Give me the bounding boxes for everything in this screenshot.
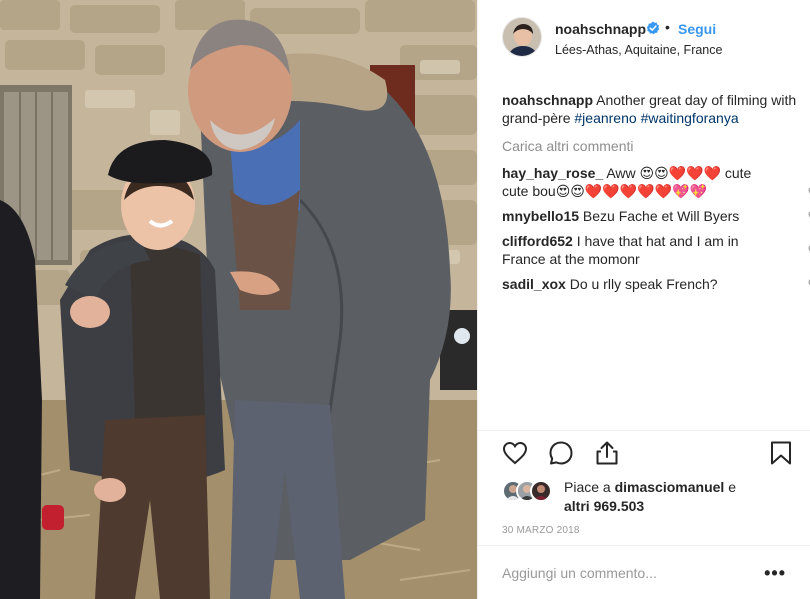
post-date[interactable]: 30 MARZO 2018 — [502, 525, 580, 536]
likes-prefix: Piace a — [564, 479, 611, 495]
verified-badge-icon — [646, 21, 660, 35]
liker-avatar[interactable] — [530, 480, 552, 502]
comment-username[interactable]: clifford652 — [502, 233, 573, 249]
more-options-icon[interactable]: ••• — [764, 563, 786, 584]
avatar-image — [503, 18, 541, 56]
comment-username[interactable]: mnybello15 — [502, 208, 579, 224]
comment-item: hay_hay_rose_ Aww 😍😍❤️❤️❤️ cute cute bou… — [502, 164, 810, 200]
post-location[interactable]: Lées-Athas, Aquitaine, France — [555, 43, 722, 57]
share-icon[interactable] — [594, 440, 620, 466]
likes-conj: e — [728, 479, 736, 495]
post-author-username[interactable]: noahschnapp — [555, 21, 646, 37]
avatar[interactable] — [502, 17, 542, 57]
comment-username[interactable]: hay_hay_rose_ — [502, 165, 603, 181]
hashtag-link[interactable]: #waitingforanya — [641, 110, 739, 126]
photo-illustration — [0, 0, 477, 599]
liker-username[interactable]: dimasciomanuel — [615, 479, 725, 495]
post-caption: noahschnapp Another great day of filming… — [502, 91, 802, 127]
post-photo[interactable] — [0, 0, 477, 599]
header-separator: • — [665, 19, 670, 35]
comment-icon[interactable] — [548, 440, 574, 466]
comment-text: Bezu Fache et Will Byers — [582, 208, 740, 224]
caption-username[interactable]: noahschnapp — [502, 92, 593, 108]
post-header: noahschnapp • Segui Lées-Athas, Aquitain… — [478, 0, 810, 76]
bookmark-icon[interactable] — [768, 440, 794, 466]
heart-icon[interactable] — [502, 440, 528, 466]
load-more-comments-button[interactable]: Carica altri commenti — [502, 137, 802, 155]
comment-item: sadil_xox Do u rlly speak French? — [502, 275, 810, 293]
comment-item: mnybello15 Bezu Fache et Will Byers — [502, 207, 810, 225]
comment-item: clifford652 I have that hat and I am in … — [502, 232, 810, 268]
add-comment-input[interactable]: Aggiungi un commento... — [502, 565, 657, 581]
comments-section: noahschnapp Another great day of filming… — [502, 91, 810, 300]
post-actions-bar — [502, 440, 794, 470]
comment-username[interactable]: sadil_xox — [502, 276, 566, 292]
likes-summary: Piace a dimasciomanuel e altri 969.503 — [502, 478, 792, 518]
comment-text: Do u rlly speak French? — [569, 276, 718, 292]
divider — [478, 545, 810, 546]
follow-button[interactable]: Segui — [678, 21, 716, 37]
divider — [478, 430, 810, 431]
hashtag-link[interactable]: #jeanreno — [574, 110, 636, 126]
post-details-panel: noahschnapp • Segui Lées-Athas, Aquitain… — [477, 0, 810, 599]
likes-text: Piace a dimasciomanuel e altri 969.503 — [564, 478, 794, 516]
likes-count-button[interactable]: altri 969.503 — [564, 498, 644, 514]
